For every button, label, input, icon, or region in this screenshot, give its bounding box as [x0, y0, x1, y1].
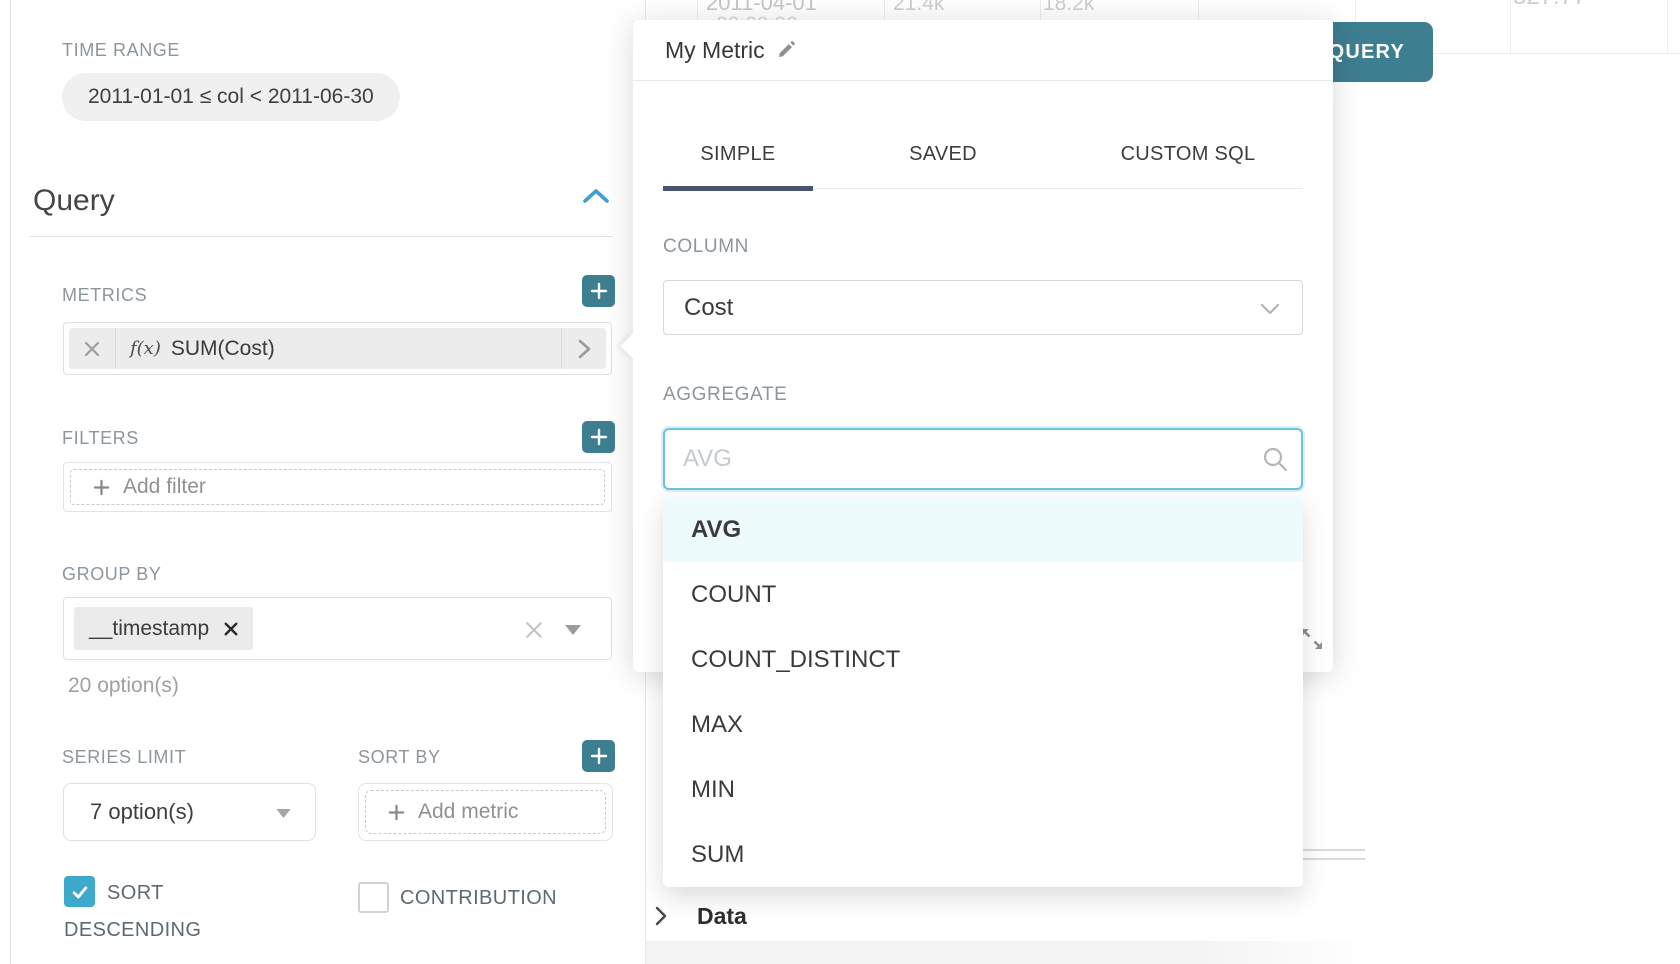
time-range-label: TIME RANGE: [62, 40, 180, 61]
aggregate-field: [663, 428, 1303, 490]
metric-name: SUM(Cost): [171, 337, 275, 361]
checkmark-icon: [70, 882, 90, 902]
add-filter-plus-button[interactable]: [582, 421, 615, 453]
aggregate-option-count-distinct[interactable]: COUNT_DISTINCT: [663, 627, 1303, 692]
add-filter-label: Add filter: [123, 475, 206, 499]
aggregate-option-avg[interactable]: AVG: [663, 497, 1303, 562]
panel-left-edge: [10, 0, 11, 964]
caret-down-icon: [276, 809, 291, 818]
table-grid-line: [1040, 0, 1041, 20]
series-limit-select[interactable]: 7 option(s): [63, 783, 316, 841]
metric-pill[interactable]: f(x) SUM(Cost): [69, 328, 606, 369]
tab-saved[interactable]: SAVED: [868, 114, 1018, 191]
plus-icon: [388, 804, 405, 821]
filters-field: Add filter: [63, 462, 612, 512]
tab-simple[interactable]: SIMPLE: [663, 114, 813, 191]
sort-by-field: Add metric: [358, 783, 613, 841]
clear-icon[interactable]: [525, 621, 543, 639]
table-grid-line: [697, 0, 698, 20]
add-sort-metric-label: Add metric: [418, 800, 518, 824]
close-icon: [84, 341, 100, 357]
group-by-label: GROUP BY: [62, 564, 162, 585]
group-by-options-hint: 20 option(s): [68, 674, 179, 698]
faded-table-value: 18.2k: [1043, 0, 1094, 16]
popover-title: My Metric: [665, 37, 765, 64]
chevron-right-icon: [578, 339, 591, 359]
table-grid-line: [1510, 0, 1511, 53]
series-limit-label: SERIES LIMIT: [62, 747, 186, 768]
column-select[interactable]: Cost: [663, 280, 1303, 335]
aggregate-dropdown: AVG COUNT COUNT_DISTINCT MAX MIN SUM: [663, 497, 1303, 887]
filters-label: FILTERS: [62, 428, 139, 449]
tab-custom-sql[interactable]: CUSTOM SQL: [1073, 114, 1303, 191]
sort-descending-checkbox[interactable]: [64, 876, 95, 907]
metrics-field: f(x) SUM(Cost): [63, 322, 612, 375]
aggregate-option-count[interactable]: COUNT: [663, 562, 1303, 627]
plus-icon: [590, 747, 608, 765]
plus-icon: [590, 428, 608, 446]
chevron-up-icon[interactable]: [583, 188, 609, 204]
popover-header: My Metric: [633, 20, 1333, 81]
sort-descending-option: SORT DESCENDING: [64, 875, 236, 949]
pencil-icon[interactable]: [776, 41, 795, 60]
chevron-right-icon: [655, 906, 667, 926]
group-by-tag[interactable]: __timestamp: [74, 607, 253, 650]
faded-table-value: 327.77: [1513, 0, 1586, 11]
search-icon: [1261, 445, 1289, 473]
run-query-button[interactable]: RUN QUERY: [1333, 22, 1433, 82]
table-grid-line: [1198, 0, 1199, 20]
add-filter-button[interactable]: Add filter: [70, 469, 605, 505]
aggregate-option-max[interactable]: MAX: [663, 692, 1303, 757]
data-panel-header[interactable]: Data: [655, 896, 747, 936]
data-panel-band: [646, 941, 1370, 964]
add-sort-metric-button[interactable]: Add metric: [365, 790, 606, 834]
run-query-label: RUN QUERY: [1333, 22, 1405, 82]
remove-metric-button[interactable]: [69, 328, 116, 369]
section-divider: [30, 236, 613, 237]
caret-down-icon[interactable]: [565, 625, 581, 635]
edit-metric-button[interactable]: [561, 328, 606, 369]
series-limit-value: 7 option(s): [64, 799, 194, 825]
chevron-down-icon: [1260, 303, 1280, 315]
popover-tabs: SIMPLE SAVED CUSTOM SQL: [663, 114, 1303, 189]
metrics-label: METRICS: [62, 285, 147, 306]
add-metric-plus-button[interactable]: [582, 275, 615, 307]
table-grid-line: [884, 0, 885, 20]
column-value: Cost: [664, 294, 733, 322]
aggregate-label: AGGREGATE: [663, 384, 787, 406]
data-panel-title: Data: [697, 903, 747, 930]
remove-tag-icon[interactable]: [224, 622, 238, 636]
query-section-title: Query: [33, 184, 115, 218]
plus-icon: [93, 479, 110, 496]
contribution-label: CONTRIBUTION: [400, 887, 557, 910]
group-by-select[interactable]: __timestamp: [63, 597, 612, 660]
table-grid-line: [1667, 0, 1668, 53]
popover-arrow: [620, 333, 645, 358]
contribution-checkbox[interactable]: [358, 882, 389, 913]
group-by-tag-label: __timestamp: [89, 617, 209, 641]
function-icon: f(x): [130, 338, 161, 359]
aggregate-input[interactable]: [663, 428, 1303, 490]
column-label: COLUMN: [663, 236, 749, 258]
plus-icon: [590, 282, 608, 300]
time-range-pill[interactable]: 2011-01-01 ≤ col < 2011-06-30: [62, 73, 400, 121]
aggregate-option-min[interactable]: MIN: [663, 757, 1303, 822]
add-sort-metric-plus-button[interactable]: [582, 740, 615, 772]
sort-by-label: SORT BY: [358, 747, 441, 768]
aggregate-option-sum[interactable]: SUM: [663, 822, 1303, 887]
chart-explore-screen: 2011-04-01 00:00:00 21.4k 18.2k 327.77 R…: [0, 0, 1680, 964]
faded-table-value: 21.4k: [893, 0, 944, 16]
